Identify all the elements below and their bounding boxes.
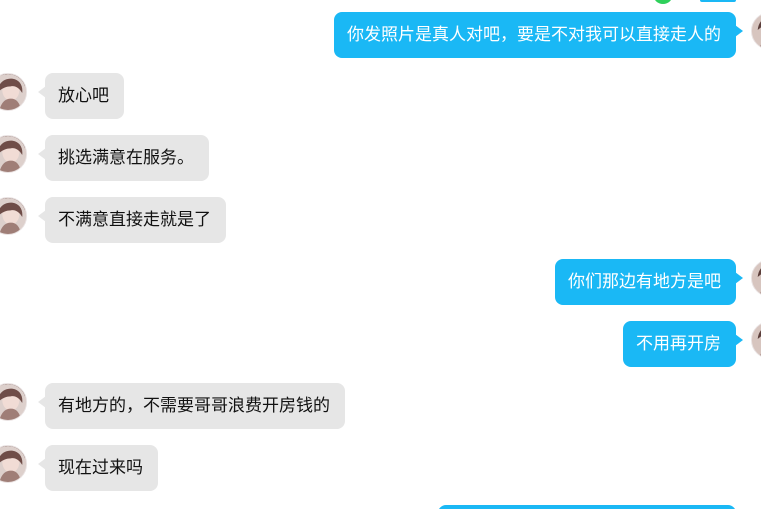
message-row: 有地方的，不需要哥哥浪费开房钱的 <box>0 383 761 429</box>
message-text: 现在过来吗 <box>58 457 143 478</box>
message-row: 你发照片是真人对吧，要是不对我可以直接走人的 <box>0 12 761 58</box>
avatar-image <box>752 262 761 296</box>
avatar-image <box>0 136 26 172</box>
message-bubble[interactable]: 挑选满意在服务。 <box>38 135 209 181</box>
message-row: 放心吧 <box>0 73 761 119</box>
avatar[interactable] <box>751 12 761 50</box>
partial-message-bubble[interactable] <box>438 505 736 509</box>
message-bubble[interactable]: 你发照片是真人对吧，要是不对我可以直接走人的 <box>334 12 743 58</box>
message-bubble[interactable]: 放心吧 <box>38 73 124 119</box>
avatar[interactable] <box>0 73 27 111</box>
avatar-image <box>0 446 26 482</box>
message-row: 挑选满意在服务。 <box>0 135 761 181</box>
avatar-image <box>0 198 26 234</box>
message-bubble[interactable]: 你们那边有地方是吧 <box>555 259 743 305</box>
message-bubble[interactable]: 不用再开房 <box>623 321 743 367</box>
message-text: 挑选满意在服务。 <box>58 147 194 168</box>
avatar[interactable] <box>0 383 27 421</box>
avatar[interactable] <box>751 321 761 359</box>
message-row: 不用再开房 <box>0 321 761 367</box>
partial-top-line <box>700 0 736 2</box>
partial-top-status <box>653 0 673 4</box>
message-bubble[interactable]: 不满意直接走就是了 <box>38 197 226 243</box>
avatar-image <box>752 324 761 358</box>
message-bubble[interactable]: 现在过来吗 <box>38 445 158 491</box>
avatar-image <box>0 384 26 420</box>
avatar-image <box>752 15 761 49</box>
avatar-image <box>0 74 26 110</box>
message-bubble[interactable]: 有地方的，不需要哥哥浪费开房钱的 <box>38 383 345 429</box>
message-text: 放心吧 <box>58 85 109 106</box>
message-text: 不用再开房 <box>636 333 721 354</box>
avatar[interactable] <box>0 445 27 483</box>
message-text: 你发照片是真人对吧，要是不对我可以直接走人的 <box>347 24 721 45</box>
message-text: 你们那边有地方是吧 <box>568 271 721 292</box>
message-row: 现在过来吗 <box>0 445 761 491</box>
avatar[interactable] <box>0 197 27 235</box>
chat-window: 你发照片是真人对吧，要是不对我可以直接走人的 放心吧 挑选满意在服务。 不满意直… <box>0 0 761 509</box>
avatar[interactable] <box>0 135 27 173</box>
message-text: 不满意直接走就是了 <box>58 209 211 230</box>
message-row: 不满意直接走就是了 <box>0 197 761 243</box>
avatar[interactable] <box>751 259 761 297</box>
message-text: 有地方的，不需要哥哥浪费开房钱的 <box>58 395 330 416</box>
message-row: 你们那边有地方是吧 <box>0 259 761 305</box>
